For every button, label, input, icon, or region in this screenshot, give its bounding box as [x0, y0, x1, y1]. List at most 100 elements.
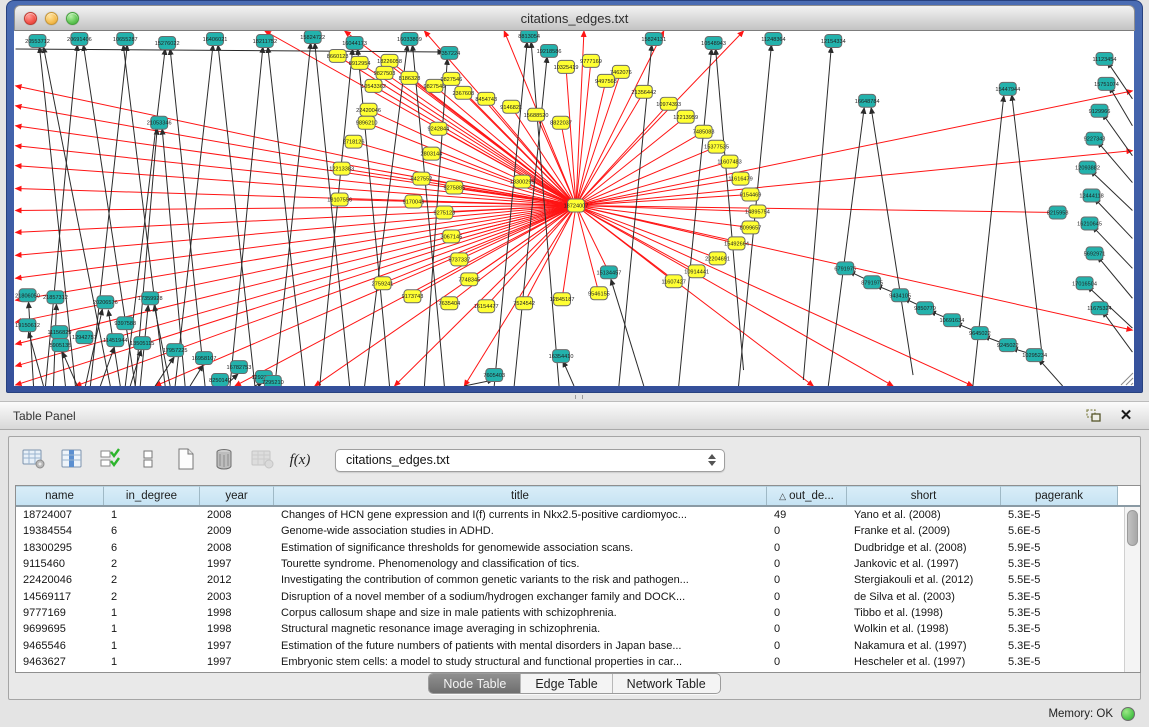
network-canvas[interactable]: 8660123891295418226058982750310543362818… [14, 31, 1134, 386]
resize-grip-icon[interactable] [1118, 370, 1134, 386]
graph-node[interactable]: 10295234 [1022, 349, 1047, 362]
table-select-dropdown[interactable]: citations_edges.txt [335, 449, 725, 472]
table-row[interactable]: 969969511998Structural magnetic resonanc… [16, 621, 1124, 637]
graph-node[interactable]: 11156829 [47, 326, 71, 339]
close-window-button[interactable] [24, 12, 37, 25]
graph-node[interactable]: 9827503 [374, 66, 396, 79]
graph-node[interactable]: 15492664 [724, 237, 749, 250]
column-header-short[interactable]: short [847, 486, 1001, 505]
graph-node[interactable]: 9227343 [1084, 132, 1106, 145]
graph-node[interactable]: 3067145 [440, 230, 462, 243]
import-table-button[interactable] [249, 447, 275, 473]
graph-node[interactable]: 2803144 [421, 147, 443, 160]
graph-node[interactable]: 5692971 [1084, 247, 1106, 260]
graph-node[interactable]: 15688520 [524, 108, 549, 121]
graph-node[interactable]: 7357224 [438, 46, 460, 59]
graph-node[interactable]: 9146821 [500, 100, 522, 113]
graph-node[interactable]: 9154469 [740, 188, 762, 201]
table-row[interactable]: 977716911998Corpus callosum shape and si… [16, 605, 1124, 621]
graph-node[interactable]: 8250149 [209, 374, 231, 386]
graph-node[interactable]: 16033809 [397, 32, 422, 45]
graph-node[interactable]: 12154334 [821, 34, 846, 47]
graph-node[interactable]: 11248364 [761, 32, 785, 45]
graph-node[interactable]: 21053346 [147, 116, 172, 129]
graph-node[interactable]: 15134457 [596, 266, 621, 279]
graph-node[interactable]: 22204691 [705, 252, 730, 265]
graph-node[interactable]: 16648784 [855, 94, 880, 107]
graph-node[interactable]: 16406021 [203, 32, 228, 45]
graph-node[interactable]: 8813054 [518, 31, 540, 42]
graph-node[interactable]: 15377535 [704, 140, 729, 153]
graph-node[interactable]: 17957225 [163, 344, 188, 357]
graph-node[interactable]: 12093882 [1075, 161, 1100, 174]
graph-node[interactable]: 15824131 [641, 32, 666, 45]
column-header-in_degree[interactable]: in_degree [104, 486, 200, 505]
memory-status-indicator[interactable] [1121, 707, 1135, 721]
column-header-title[interactable]: title [274, 486, 767, 505]
graph-node[interactable]: 8215958 [1047, 206, 1069, 219]
tab-network-table[interactable]: Network Table [612, 674, 720, 693]
row-height-button[interactable] [135, 447, 161, 473]
minimize-window-button[interactable] [45, 12, 58, 25]
graph-node[interactable]: 8660123 [327, 49, 349, 62]
graph-node[interactable]: 10914441 [684, 265, 709, 278]
graph-node[interactable]: 21857312 [43, 291, 68, 304]
graph-node[interactable]: 11123454 [1093, 52, 1117, 65]
column-header-pagerank[interactable]: pagerank [1001, 486, 1118, 505]
graph-node[interactable]: 9737337 [448, 253, 470, 266]
tab-node-table[interactable]: Node Table [429, 674, 520, 693]
table-row[interactable]: 2242004622012Investigating the contribut… [16, 572, 1124, 588]
graph-node[interactable]: 11607427 [662, 275, 686, 288]
select-column-button[interactable] [59, 447, 85, 473]
graph-node[interactable]: 9546155 [588, 287, 610, 300]
graph-node[interactable]: 22420046 [356, 103, 381, 116]
graph-node[interactable]: 21356442 [631, 85, 656, 98]
graph-node[interactable]: 12213959 [673, 110, 698, 123]
graph-node[interactable]: 7524542 [513, 297, 535, 310]
graph-node[interactable]: 20691406 [67, 32, 92, 45]
graph-node[interactable]: 12213383 [329, 162, 354, 175]
column-header-name[interactable]: name [16, 486, 104, 505]
graph-node[interactable]: 9397588 [114, 317, 136, 330]
graph-node[interactable]: 9645022 [969, 327, 991, 340]
graph-node[interactable]: 9896210 [356, 116, 378, 129]
graph-node[interactable]: 16354410 [549, 350, 574, 363]
graph-node[interactable]: 10655287 [113, 32, 138, 45]
graph-node[interactable]: 21806050 [15, 289, 40, 302]
graph-node[interactable]: 17016504 [1072, 277, 1097, 290]
graph-node[interactable]: 8791975 [861, 276, 883, 289]
graph-node[interactable]: 9170046 [403, 195, 425, 208]
table-row[interactable]: 1830029562008Estimation of significance … [16, 540, 1124, 556]
table-row[interactable]: 911546021997Tourette syndrome. Phenomeno… [16, 556, 1124, 572]
graph-node[interactable]: 9434105 [889, 289, 911, 302]
graph-node[interactable]: 16210645 [1077, 217, 1102, 230]
function-builder-button[interactable]: f(x) [287, 447, 313, 473]
window-titlebar[interactable]: citations_edges.txt [14, 5, 1135, 31]
table-row[interactable]: 1938455462009Genome-wide association stu… [16, 523, 1124, 539]
graph-node[interactable]: 9275885 [443, 181, 465, 194]
graph-node[interactable]: 10543362 [361, 79, 386, 92]
graph-node[interactable]: 2759241 [372, 277, 394, 290]
graph-node[interactable]: 16044173 [342, 36, 367, 49]
table-scrollbar[interactable] [1124, 507, 1140, 672]
panel-splitter[interactable] [0, 393, 1149, 401]
graph-node[interactable]: 8186328 [399, 71, 421, 84]
column-visibility-button[interactable] [97, 447, 123, 473]
graph-node[interactable]: 8427552 [411, 172, 433, 185]
close-panel-button[interactable]: ✕ [1117, 408, 1135, 424]
graph-node[interactable]: 14895754 [745, 205, 770, 218]
new-column-button[interactable] [173, 447, 199, 473]
graph-node[interactable]: 18300295 [510, 175, 535, 188]
graph-node[interactable]: 15751074 [1094, 77, 1119, 90]
graph-node[interactable]: 9245022 [997, 339, 1019, 352]
graph-node[interactable]: 12942757 [72, 331, 97, 344]
graph-node[interactable]: 9275123 [434, 206, 456, 219]
graph-node[interactable]: 18226058 [377, 54, 402, 67]
graph-node[interactable]: 11616479 [728, 172, 752, 185]
graph-node[interactable]: 9777169 [580, 54, 602, 67]
graph-node[interactable]: 12845187 [550, 293, 575, 306]
graph-node[interactable]: 19218586 [537, 44, 562, 57]
graph-node[interactable]: 17359928 [138, 292, 163, 305]
graph-node[interactable]: 13505115 [130, 337, 154, 350]
graph-node[interactable]: 15276022 [155, 36, 180, 49]
